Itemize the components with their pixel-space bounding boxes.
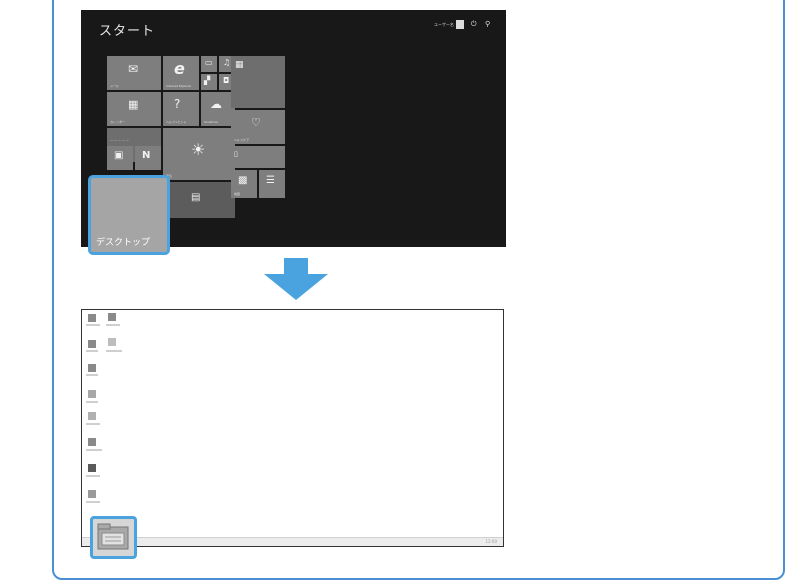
list-icon: ☰: [266, 175, 275, 186]
calendar-icon: ▦: [128, 98, 139, 111]
desktop-icon-label: [86, 449, 102, 451]
desktop-icon[interactable]: [108, 338, 116, 346]
system-tray[interactable]: 12:00: [485, 539, 497, 544]
games-icon: ▞: [204, 76, 211, 85]
tile-onenote[interactable]: N: [135, 146, 161, 170]
desktop-icon-label: [86, 475, 100, 477]
tile-games[interactable]: ▞: [201, 74, 217, 90]
desktop-icon[interactable]: [88, 464, 96, 472]
tile-label: ヘルスケア: [234, 138, 250, 142]
desktop-icon[interactable]: [108, 313, 116, 321]
photo-icon: ▣: [114, 150, 124, 161]
desktop-icon-label: [106, 324, 120, 326]
tile-help[interactable]: ? ヘルプ+ヒント: [163, 92, 199, 126]
tile-health[interactable]: ♡ ヘルスケア: [231, 110, 285, 144]
desktop-icon-label: [86, 324, 100, 326]
desktop-icon[interactable]: [88, 412, 96, 420]
tile-video[interactable]: ▭: [201, 56, 217, 72]
cloud-icon: ☁: [210, 97, 222, 111]
tile-label: ヘルプ+ヒント: [166, 120, 187, 124]
desktop-icon-label: [86, 350, 98, 352]
desktop-icon-label: [106, 350, 122, 352]
desktop-icon[interactable]: [88, 364, 96, 372]
desktop-icon-label: [86, 423, 100, 425]
tile-label: OneDrive: [204, 120, 219, 124]
store-icon: ▤: [191, 192, 201, 203]
desktop-icon-label: [86, 374, 98, 376]
tile-label: 地図: [234, 192, 241, 196]
desktop-icon-label: [86, 401, 98, 403]
down-arrow-icon: [264, 258, 328, 300]
taskbar: 12:00: [82, 537, 503, 546]
tile-label: メール: [110, 84, 120, 88]
tile-onedrive[interactable]: ☁ OneDrive: [201, 92, 235, 126]
tile-weather[interactable]: ☀ 天気: [163, 128, 235, 180]
user-name[interactable]: ユーザー名: [434, 22, 454, 28]
tile-people[interactable]: ▯: [231, 146, 285, 168]
sun-icon: ☀: [191, 140, 206, 159]
folder-icon: [97, 523, 129, 550]
desktop-icon[interactable]: [88, 438, 96, 446]
avatar[interactable]: [456, 20, 464, 29]
tile-mail[interactable]: ✉ メール: [107, 56, 161, 90]
desktop-icon[interactable]: [88, 340, 96, 348]
video-icon: ▭: [205, 58, 213, 67]
maps-icon: ▩: [238, 175, 248, 186]
onenote-icon: N: [142, 150, 151, 161]
tile-internet-explorer[interactable]: e Internet Explorer: [163, 56, 199, 90]
start-title: スタート: [99, 24, 156, 39]
help-icon: ?: [174, 97, 181, 111]
music-icon: ♫: [223, 58, 231, 67]
tile-news[interactable]: ▦: [231, 56, 285, 108]
heart-icon: ♡: [251, 116, 261, 129]
tile-store[interactable]: ▤: [163, 182, 235, 218]
desktop-icon[interactable]: [88, 314, 96, 322]
mail-icon: ✉: [128, 62, 139, 76]
tile-reading-list[interactable]: ☰: [259, 170, 285, 198]
camera-icon: ◘: [223, 76, 230, 85]
desktop-icon-label: [86, 501, 100, 503]
news-icon: ▦: [235, 60, 244, 70]
tile-maps[interactable]: ▩ 地図: [231, 170, 257, 198]
tile-label: Internet Explorer: [166, 84, 192, 88]
desktop-tile-label: デスクトップ: [96, 238, 151, 248]
people-icon: ▯: [234, 150, 238, 158]
tile-calendar[interactable]: ▦ カレンダー: [107, 92, 161, 126]
internet-explorer-icon: e: [174, 59, 185, 78]
desktop-icon[interactable]: [88, 490, 96, 498]
tile-label: — — — — —: [110, 138, 129, 142]
power-icon[interactable]: ⏻: [471, 20, 477, 29]
tile-photos[interactable]: ▣: [107, 146, 133, 170]
search-icon[interactable]: ⚲: [485, 20, 490, 28]
tile-label: カレンダー: [110, 120, 126, 124]
desktop-screen: 12:00: [81, 309, 504, 547]
desktop-tile-highlight[interactable]: デスクトップ: [88, 175, 170, 255]
desktop-icon[interactable]: [88, 390, 96, 398]
file-explorer-taskbar-highlight[interactable]: [90, 516, 137, 559]
